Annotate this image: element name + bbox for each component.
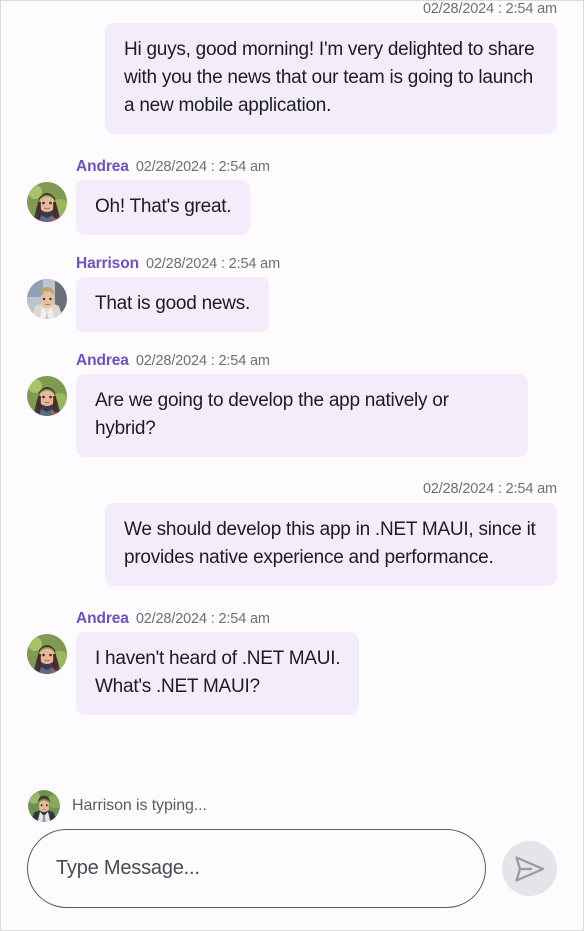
typing-indicator: Harrison is typing...: [27, 783, 557, 829]
message-timestamp: 02/28/2024 : 2:54 am: [422, 481, 557, 497]
message-input-container[interactable]: [27, 829, 486, 908]
message-bubble[interactable]: I haven't heard of .NET MAUI. What's .NE…: [76, 632, 360, 715]
message-list[interactable]: 02/28/2024 : 2:54 am Hi guys, good morni…: [1, 1, 583, 783]
message-bubble[interactable]: That is good news.: [76, 277, 269, 332]
message-row: Oh! That's great.: [27, 180, 557, 235]
message-timestamp: 02/28/2024 : 2:54 am: [135, 611, 270, 627]
message-bubble[interactable]: Hi guys, good morning! I'm very delighte…: [105, 23, 557, 134]
message-sender: Harrison: [76, 255, 139, 272]
message-group: 02/28/2024 : 2:54 am We should develop t…: [27, 481, 557, 586]
typing-text: Harrison is typing...: [72, 797, 207, 814]
message-timestamp: 02/28/2024 : 2:54 am: [135, 159, 270, 175]
message-bubble[interactable]: We should develop this app in .NET MAUI,…: [105, 503, 557, 586]
message-timestamp: 02/28/2024 : 2:54 am: [145, 256, 281, 272]
send-icon: [514, 855, 544, 882]
andrea-avatar[interactable]: [27, 376, 67, 416]
message-bubble[interactable]: Oh! That's great.: [76, 180, 251, 235]
message-group: Harrison 02/28/2024 : 2:54 am That is go…: [27, 255, 557, 332]
message-meta: Andrea 02/28/2024 : 2:54 am: [27, 158, 557, 180]
message-group: Andrea 02/28/2024 : 2:54 am: [27, 352, 557, 457]
message-group: Andrea 02/28/2024 : 2:54 am: [27, 610, 557, 715]
message-sender: Andrea: [76, 352, 129, 369]
message-row: Are we going to develop the app natively…: [27, 374, 557, 457]
message-timestamp: 02/28/2024 : 2:54 am: [422, 1, 557, 17]
message-timestamp: 02/28/2024 : 2:54 am: [135, 353, 270, 369]
message-bubble[interactable]: Are we going to develop the app natively…: [76, 374, 528, 457]
message-row: I haven't heard of .NET MAUI. What's .NE…: [27, 632, 557, 715]
andrea-avatar[interactable]: [27, 182, 67, 222]
message-sender: Andrea: [76, 610, 129, 627]
message-row: That is good news.: [27, 277, 557, 332]
composer-area: Harrison is typing...: [1, 783, 583, 930]
message-input[interactable]: [56, 857, 457, 880]
harrison-typing-avatar[interactable]: [28, 790, 60, 822]
message-sender: Andrea: [76, 158, 129, 175]
message-row: We should develop this app in .NET MAUI,…: [27, 503, 557, 586]
send-button[interactable]: [502, 841, 557, 896]
message-group: Andrea 02/28/2024 : 2:54 am: [27, 158, 557, 235]
chat-window: 02/28/2024 : 2:54 am Hi guys, good morni…: [0, 0, 584, 931]
message-meta: 02/28/2024 : 2:54 am: [27, 481, 557, 503]
message-meta: Andrea 02/28/2024 : 2:54 am: [27, 610, 557, 632]
message-group: 02/28/2024 : 2:54 am Hi guys, good morni…: [27, 1, 557, 134]
composer-row: [27, 829, 557, 908]
harrison-avatar[interactable]: [27, 279, 67, 319]
message-meta: Harrison 02/28/2024 : 2:54 am: [27, 255, 557, 277]
message-meta: 02/28/2024 : 2:54 am: [27, 1, 557, 23]
message-row: Hi guys, good morning! I'm very delighte…: [27, 23, 557, 134]
message-meta: Andrea 02/28/2024 : 2:54 am: [27, 352, 557, 374]
andrea-avatar[interactable]: [27, 634, 67, 674]
